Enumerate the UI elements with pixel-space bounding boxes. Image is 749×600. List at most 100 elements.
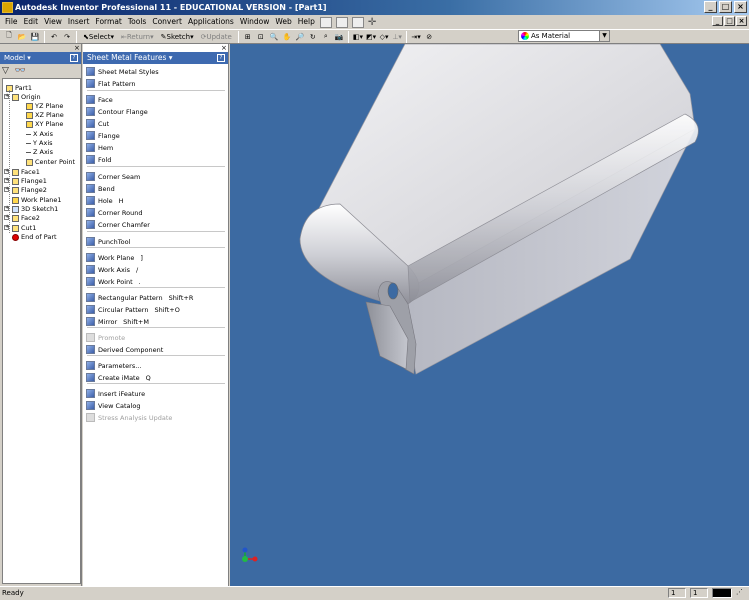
zoom-window-icon[interactable]: ⊡ — [255, 31, 267, 43]
cmd-mirror[interactable]: Mirror Shift+M — [86, 316, 149, 327]
sketch-button[interactable]: ✎ Sketch ▾ — [158, 31, 197, 43]
cmd-flat-pattern[interactable]: Flat Pattern — [86, 78, 136, 89]
cmd-create-imate[interactable]: Create iMate Q — [86, 372, 151, 383]
cmd-cut[interactable]: Cut — [86, 118, 109, 129]
tree-item-face1[interactable]: Face1 — [12, 168, 40, 176]
cmd-sheet-metal-styles[interactable]: Sheet Metal Styles — [86, 66, 159, 77]
tree-expand-icon[interactable]: + — [4, 206, 9, 211]
camera-icon[interactable]: 📷 — [333, 31, 345, 43]
mail-icon[interactable] — [335, 16, 348, 28]
cmd-contour-flange[interactable]: Contour Flange — [86, 106, 148, 117]
cmd-corner-seam[interactable]: Corner Seam — [86, 171, 140, 182]
panel-bar-header[interactable]: Sheet Metal Features ▾ ? — [83, 52, 228, 64]
tree-item-work-plane1[interactable]: Work Plane1 — [12, 196, 62, 204]
cmd-corner-chamfer[interactable]: Corner Chamfer — [86, 219, 150, 230]
shadow-icon[interactable]: ◩▾ — [365, 31, 377, 43]
panel-help-icon[interactable]: ? — [217, 54, 225, 62]
filter-icon[interactable]: ▽ — [2, 66, 9, 76]
whats-this-help-icon[interactable] — [319, 16, 332, 28]
cmd-punchtool[interactable]: PunchTool — [86, 236, 130, 247]
cmd-face[interactable]: Face — [86, 94, 113, 105]
tree-item-yz-plane[interactable]: YZ Plane — [26, 102, 63, 110]
visibility-icon[interactable]: ◇▾ — [378, 31, 390, 43]
cmd-insert-ifeature[interactable]: Insert iFeature — [86, 388, 145, 399]
doc-restore-button[interactable]: □ — [724, 16, 735, 26]
save-icon[interactable]: 💾 — [29, 31, 41, 43]
tree-item-xy-plane[interactable]: XY Plane — [26, 120, 63, 128]
tree-expand-icon[interactable]: + — [4, 225, 9, 230]
cmd-flange[interactable]: Flange — [86, 130, 120, 141]
chevron-down-icon[interactable]: ▼ — [599, 31, 609, 41]
tree-expand-icon[interactable]: + — [4, 215, 9, 220]
zoom-selected-icon[interactable]: 🔎 — [294, 31, 306, 43]
sheet-metal-part-model[interactable] — [230, 44, 749, 586]
tree-item-x-axis[interactable]: X Axis — [26, 130, 53, 138]
menu-view[interactable]: View — [41, 15, 65, 29]
cmd-work-axis[interactable]: Work Axis / — [86, 264, 138, 275]
open-icon[interactable]: 📂 — [16, 31, 28, 43]
undo-icon[interactable]: ↶ — [48, 31, 60, 43]
tree-item-center-point[interactable]: Center Point — [26, 158, 75, 166]
resize-grip-icon[interactable]: ⋰ — [734, 588, 747, 598]
cmd-fold[interactable]: Fold — [86, 154, 111, 165]
cmd-work-plane[interactable]: Work Plane] — [86, 252, 143, 263]
cmd-hole[interactable]: Hole H — [86, 195, 124, 206]
tree-item-flange1[interactable]: Flange1 — [12, 177, 47, 185]
tree-item-z-axis[interactable]: Z Axis — [26, 148, 53, 156]
doc-minimize-button[interactable]: _ — [712, 16, 723, 26]
menu-applications[interactable]: Applications — [185, 15, 237, 29]
go-to-end-icon[interactable]: ⇥▾ — [410, 31, 422, 43]
tree-item-3d-sketch1[interactable]: 3D Sketch1 — [12, 205, 58, 213]
cmd-work-point[interactable]: Work Point. — [86, 276, 141, 287]
section-icon[interactable]: ⊥▾ — [391, 31, 403, 43]
new-icon[interactable]: 🗋 — [3, 31, 15, 43]
menu-window[interactable]: Window — [237, 15, 273, 29]
tree-expand-icon[interactable]: + — [4, 169, 9, 174]
tree-item-y-axis[interactable]: Y Axis — [26, 139, 53, 147]
display-mode-icon[interactable]: ◧▾ — [352, 31, 364, 43]
rotate-icon[interactable]: ↻ — [307, 31, 319, 43]
analysis-icon[interactable]: ⊘ — [423, 31, 435, 43]
tree-expand-icon[interactable]: + — [4, 187, 9, 192]
menu-convert[interactable]: Convert — [149, 15, 185, 29]
menu-help[interactable]: Help — [295, 15, 318, 29]
select-button[interactable]: ⬉ Select ▾ — [80, 31, 117, 43]
return-button[interactable]: ⇤ Return ▾ — [118, 31, 157, 43]
plus-move-icon[interactable]: ✛ — [368, 17, 376, 28]
material-select[interactable]: As Material ▼ — [518, 30, 610, 42]
find-binoculars-icon[interactable]: 👓 — [15, 66, 26, 76]
update-button[interactable]: ⟳ Update — [198, 31, 235, 43]
pan-icon[interactable]: ✋ — [281, 31, 293, 43]
minimize-button[interactable]: _ — [704, 1, 717, 13]
tree-item-face2[interactable]: Face2 — [12, 214, 40, 222]
model-browser-header[interactable]: Model ▾ ? — [0, 52, 81, 64]
menu-tools[interactable]: Tools — [125, 15, 149, 29]
menu-file[interactable]: File — [2, 15, 21, 29]
redo-icon[interactable]: ↷ — [61, 31, 73, 43]
cmd-derived-component[interactable]: Derived Component — [86, 344, 163, 355]
panel-close-icon[interactable]: × — [221, 44, 227, 52]
menu-insert[interactable]: Insert — [65, 15, 93, 29]
cmd-view-catalog[interactable]: View Catalog — [86, 400, 140, 411]
doc-close-button[interactable]: × — [736, 16, 747, 26]
tree-item-end-of-part[interactable]: End of Part — [12, 233, 57, 241]
menu-edit[interactable]: Edit — [21, 15, 42, 29]
tree-item-xz-plane[interactable]: XZ Plane — [26, 111, 64, 119]
tree-item-cut1[interactable]: Cut1 — [12, 224, 36, 232]
look-at-icon[interactable]: ⌕ — [320, 31, 332, 43]
menu-format[interactable]: Format — [92, 15, 124, 29]
cmd-hem[interactable]: Hem — [86, 142, 113, 153]
maximize-button[interactable]: □ — [719, 1, 732, 13]
zoom-icon[interactable]: 🔍 — [268, 31, 280, 43]
cmd-circular-pattern[interactable]: Circular Pattern Shift+O — [86, 304, 180, 315]
cmd-stress-analysis-update[interactable]: Stress Analysis Update — [86, 412, 172, 423]
cmd-bend[interactable]: Bend — [86, 183, 115, 194]
tree-expand-icon[interactable]: + — [4, 94, 9, 99]
tree-expand-icon[interactable]: + — [4, 178, 9, 183]
tree-item-flange2[interactable]: Flange2 — [12, 186, 47, 194]
cmd-rectangular-pattern[interactable]: Rectangular Pattern Shift+R — [86, 292, 193, 303]
cmd-parameters[interactable]: Parameters... — [86, 360, 141, 371]
cmd-corner-round[interactable]: Corner Round — [86, 207, 143, 218]
menu-web[interactable]: Web — [272, 15, 294, 29]
tree-item-origin[interactable]: Origin — [12, 93, 41, 101]
